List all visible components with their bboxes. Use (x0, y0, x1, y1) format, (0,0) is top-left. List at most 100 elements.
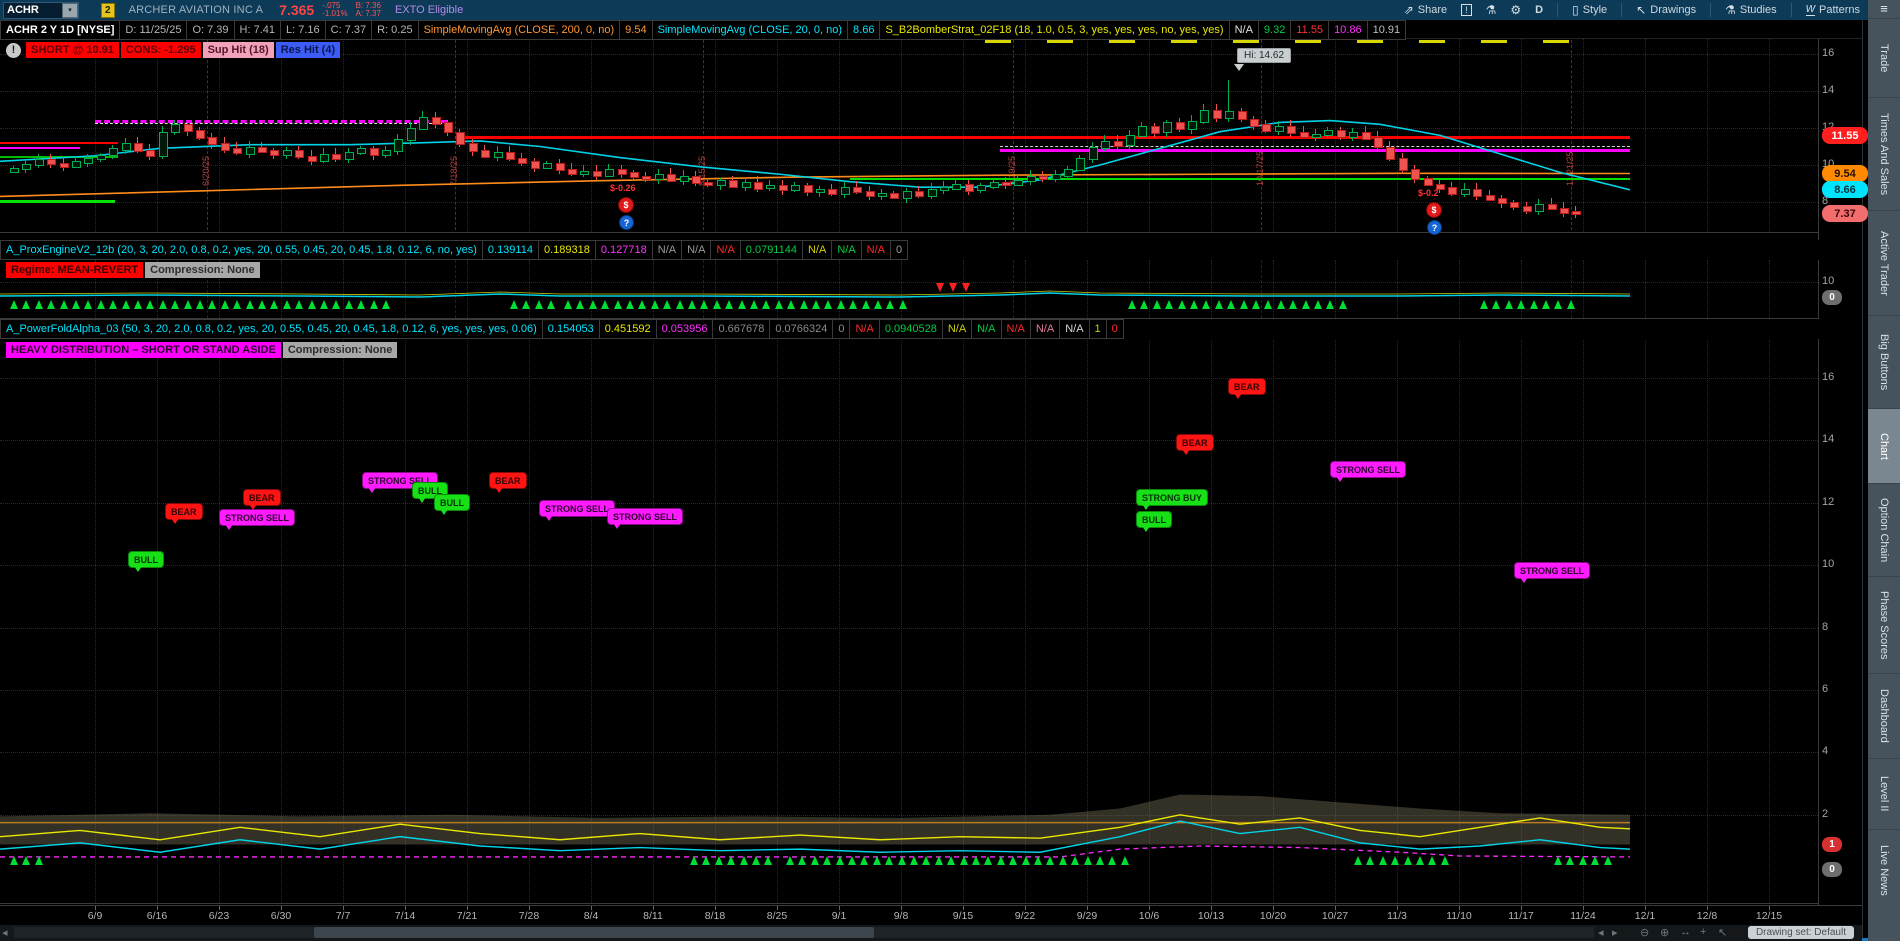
sidebar-tab-phase-scores[interactable]: Phase Scores (1868, 576, 1900, 673)
share-button[interactable]: ⇗Share (1404, 3, 1447, 17)
sidebar-tab-dashboard[interactable]: Dashboard (1868, 673, 1900, 758)
up-arrow-signal (860, 856, 868, 865)
candle (1572, 211, 1581, 215)
patterns-button[interactable]: WPatterns (1806, 4, 1860, 16)
sidebar-tab-live-news[interactable]: Live News (1868, 829, 1900, 910)
grid-vline (529, 340, 530, 903)
scroll-left-edge-icon[interactable]: ◂ (2, 926, 8, 939)
curves-layer (0, 0, 1900, 941)
scroll-right-icon[interactable]: ▸ (1612, 926, 1618, 939)
chart-scrollbar[interactable] (14, 927, 1594, 938)
grid-vline (901, 340, 902, 903)
gear-icon: ⚙ (1510, 3, 1521, 17)
chart-canvas[interactable]: 6/20/257/18/258/15/259/19/2510/17/2511/2… (0, 0, 1900, 941)
ohlc-header-cell: 9.32 (1259, 20, 1291, 40)
grid-vline (1335, 260, 1336, 318)
strategy-level-line (95, 123, 447, 124)
study-row-powerfold-label[interactable]: A_PowerFoldAlpha_03 (50, 3, 20, 2.0, 0.8… (0, 319, 543, 339)
zoom-out-icon[interactable]: ⊖ (1640, 926, 1649, 939)
sidebar-tab-level-ii[interactable]: Level II (1868, 758, 1900, 829)
sidebar-tab-times-and-sales[interactable]: Times And Sales (1868, 97, 1900, 210)
up-arrow-signal (146, 300, 154, 309)
up-arrow-signal (874, 300, 882, 309)
settings-button[interactable]: ⚙ (1510, 3, 1521, 17)
study-row-powerfold-value: 0.0940528 (880, 319, 943, 339)
candle (878, 193, 887, 197)
sidebar-tab-chart[interactable]: Chart (1868, 408, 1900, 483)
hamburger-icon: ≡ (1880, 1, 1888, 16)
sidebar-tab-option-chain[interactable]: Option Chain (1868, 483, 1900, 576)
candle (990, 182, 999, 188)
candle (357, 148, 366, 154)
candle (171, 124, 180, 133)
sidebar-menu-button[interactable]: ≡ (1868, 0, 1900, 18)
study-row-proxengine-value: 0.0791144 (741, 240, 803, 260)
strategy-mark (1109, 40, 1135, 43)
candle (506, 152, 515, 160)
symbol-dropdown-button[interactable]: ▾ (62, 3, 78, 18)
scroll-left-icon[interactable]: ◂ (1598, 926, 1604, 939)
grid-vline (1645, 340, 1646, 903)
ohlc-header-cell: SimpleMovingAvg (CLOSE, 20, 0, no) (653, 20, 848, 40)
chart-scrollbar-thumb[interactable] (314, 927, 874, 938)
signal-bubble-strong-sell: STRONG SELL (1514, 562, 1590, 579)
candle (915, 191, 924, 197)
corporate-action-icon: ? (619, 215, 634, 230)
price-change-pct: -1.01% (322, 10, 347, 18)
opex-date-label: 10/17/25 (1255, 151, 1265, 186)
up-arrow-signal (1202, 300, 1210, 309)
ohlc-header-cell: 11.55 (1291, 20, 1329, 40)
grid-hline (0, 282, 1818, 283)
up-arrow-signal (614, 300, 622, 309)
grid-hline (0, 91, 1818, 92)
up-arrow-signal (1554, 300, 1562, 309)
up-arrow-signal (787, 300, 795, 309)
grid-hline (0, 815, 1818, 816)
symbol-input[interactable] (4, 4, 62, 16)
study-row-powerfold-value: N/A (850, 319, 879, 339)
sidebar-tab-big-buttons[interactable]: Big Buttons (1868, 315, 1900, 408)
timeframe-button[interactable]: D (1535, 4, 1543, 16)
price-axis-tick: 16 (1822, 47, 1834, 59)
grid-vline (1211, 260, 1212, 318)
calendar-alert-button[interactable]: ! (1461, 4, 1472, 16)
sidebar-tab-active-trader[interactable]: Active Trader (1868, 210, 1900, 315)
symbol-flag-badge[interactable]: 2 (101, 3, 115, 18)
candle (866, 191, 875, 197)
cursor-icon[interactable]: ↖ (1718, 926, 1727, 939)
quick-study-button[interactable]: ⚗ (1486, 3, 1497, 17)
candle (1052, 174, 1061, 180)
candle (1014, 180, 1023, 186)
candle (35, 159, 44, 166)
study-row-powerfold-value: 0.0766324 (770, 319, 833, 339)
up-arrow-signal (122, 300, 130, 309)
price-change-block: -.075 -1.01% (322, 2, 347, 18)
strategy-level-line (0, 200, 115, 203)
zoom-in-icon[interactable]: ⊕ (1660, 926, 1669, 939)
style-button[interactable]: ▯Style (1572, 3, 1607, 17)
sidebar-tab-trade[interactable]: Trade (1868, 18, 1900, 97)
time-axis-label: 9/15 (953, 910, 973, 922)
time-axis-label: 6/30 (271, 910, 291, 922)
opex-vline (1261, 260, 1262, 318)
pan-icon[interactable]: ↔ (1680, 926, 1691, 938)
candle (568, 169, 577, 175)
symbol-input-group[interactable]: ▾ (3, 2, 79, 19)
grid-vline (1769, 340, 1770, 903)
opex-vline (1571, 40, 1572, 230)
ohlc-header-cell: R: 0.25 (372, 20, 418, 40)
status-badge: Sup Hit (18) (203, 42, 274, 58)
signal-bubble-bear: BEAR (1228, 378, 1266, 395)
studies-button[interactable]: ⚗Studies (1725, 3, 1776, 17)
study-row-proxengine-label[interactable]: A_ProxEngineV2_12b (20, 3, 20, 2.0, 0.8,… (0, 240, 483, 260)
drawing-set-selector[interactable]: Drawing set: Default (1748, 926, 1854, 939)
thinkorswim-chart-window: ▾ 2 ARCHER AVIATION INC A 7.365 -.075 -1… (0, 0, 1900, 941)
opex-date-label: 11/21/25 (1565, 152, 1575, 186)
signal-bubble-bear: BEAR (243, 489, 281, 506)
candle (704, 182, 713, 186)
up-arrow-signal (1277, 300, 1285, 309)
dividend-icon: $ (1426, 202, 1442, 218)
drawings-button[interactable]: ↖Drawings (1636, 3, 1696, 17)
crosshair-icon[interactable]: + (1700, 926, 1706, 938)
regime-badges: Regime: MEAN-REVERTCompression: None (6, 262, 260, 278)
